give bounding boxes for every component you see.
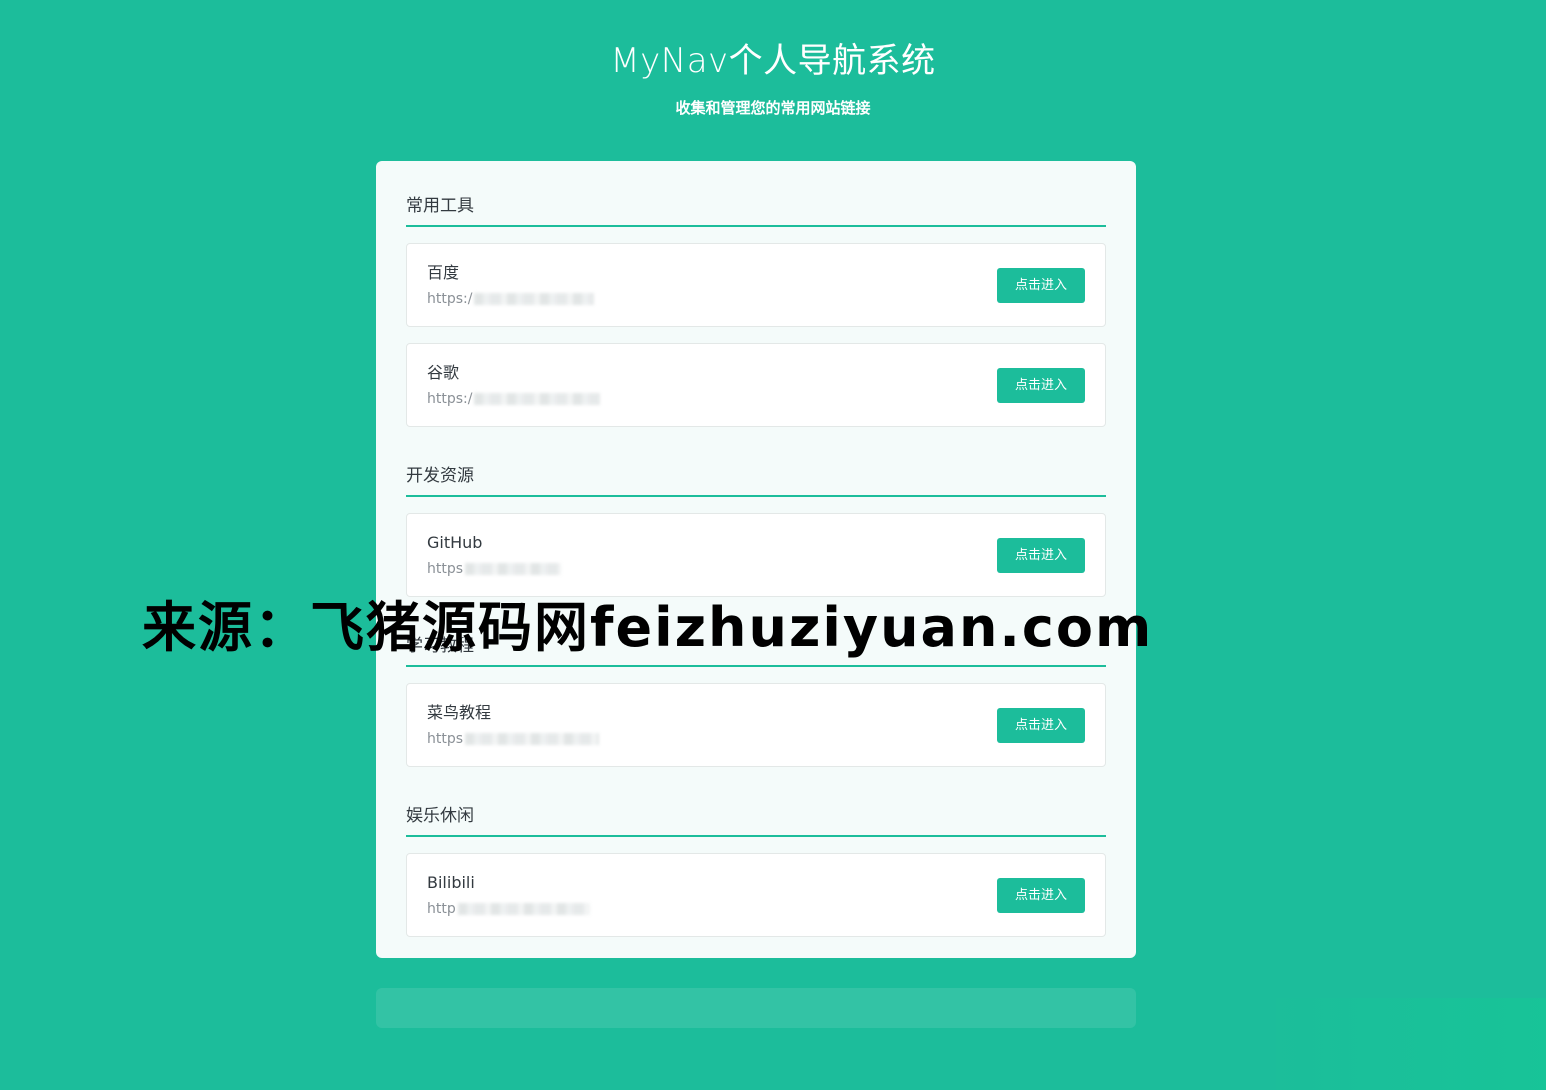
enter-button[interactable]: 点击进入 [997, 537, 1085, 573]
footer-bar [376, 988, 1136, 1028]
link-item-baidu: 百度 https:/ 点击进入 [406, 243, 1106, 327]
url-blur-mask [474, 293, 595, 305]
enter-button[interactable]: 点击进入 [997, 877, 1085, 913]
link-name: Bilibili [427, 873, 475, 892]
link-item-github: GitHub https 点击进入 [406, 513, 1106, 597]
url-blur-mask [457, 903, 590, 915]
link-url: https [427, 731, 464, 747]
link-url: https [427, 561, 464, 577]
link-url: https:/ [427, 391, 473, 407]
link-url: https:/ [427, 291, 473, 307]
section-dev-resources: 开发资源 GitHub https 点击进入 [406, 461, 1106, 597]
link-name: 菜鸟教程 [427, 703, 492, 722]
link-item-bilibili: Bilibili http 点击进入 [406, 853, 1106, 937]
link-name: 谷歌 [427, 363, 460, 382]
page-header: MyNav个人导航系统 收集和管理您的常用网站链接 [0, 38, 1546, 118]
url-blur-mask [465, 563, 562, 575]
link-url: http [427, 901, 456, 917]
site-subtitle: 收集和管理您的常用网站链接 [675, 99, 871, 117]
url-blur-mask [474, 393, 601, 405]
enter-button[interactable]: 点击进入 [997, 267, 1085, 303]
site-title: MyNav个人导航系统 [610, 41, 936, 81]
enter-button[interactable]: 点击进入 [997, 707, 1085, 743]
link-item-runoob: 菜鸟教程 https 点击进入 [406, 683, 1106, 767]
section-title: 开发资源 [406, 461, 1106, 497]
corner-decoration [1276, 998, 1546, 1090]
section-title: 常用工具 [406, 191, 1106, 227]
section-entertainment: 娱乐休闲 Bilibili http 点击进入 [406, 801, 1106, 937]
enter-button[interactable]: 点击进入 [997, 367, 1085, 403]
link-item-google: 谷歌 https:/ 点击进入 [406, 343, 1106, 427]
section-title: 娱乐休闲 [406, 801, 1106, 837]
link-name: GitHub [427, 533, 483, 552]
section-common-tools: 常用工具 百度 https:/ 点击进入 谷歌 https:/ 点击进入 [406, 191, 1106, 427]
url-blur-mask [465, 733, 600, 745]
nav-card: 常用工具 百度 https:/ 点击进入 谷歌 https:/ 点击进入 开发资… [376, 161, 1136, 958]
link-name: 百度 [427, 263, 460, 282]
watermark-text: 来源：飞猪源码网feizhuziyuan.com [142, 596, 1154, 659]
